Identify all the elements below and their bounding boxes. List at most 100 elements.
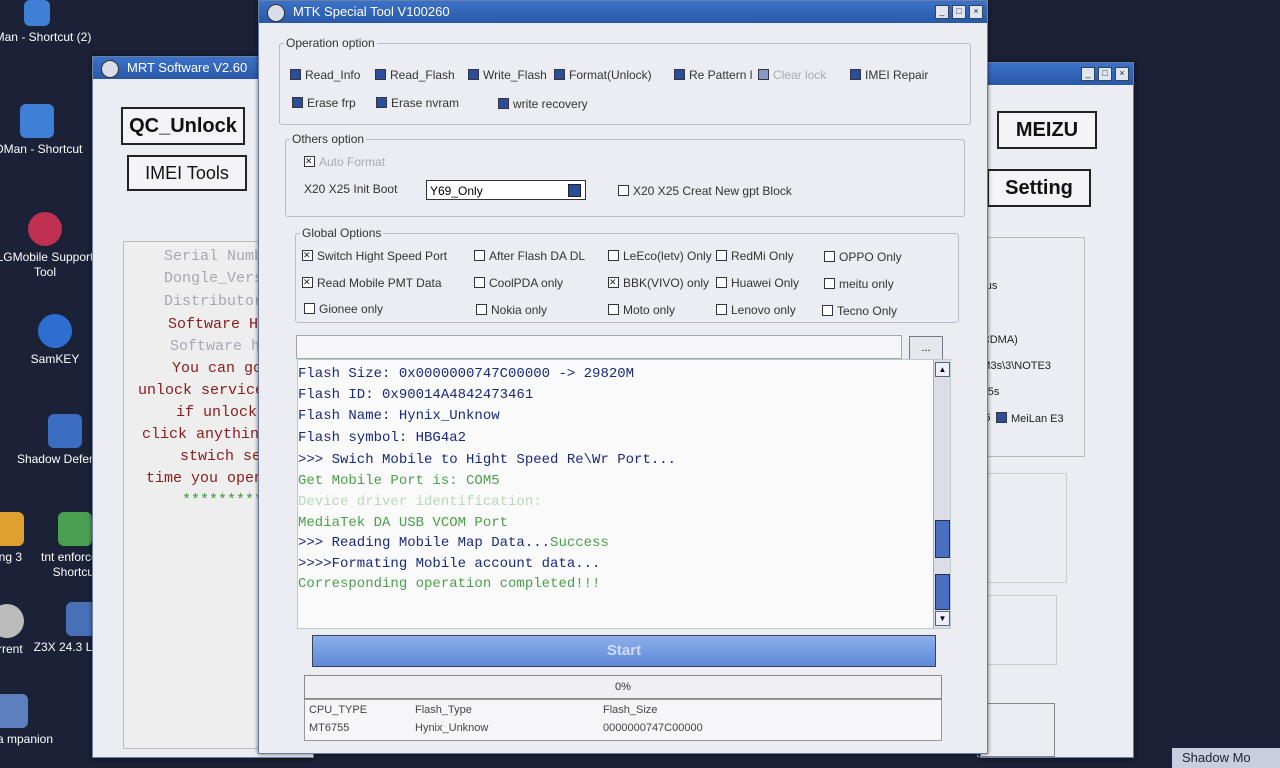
read-info-checkbox[interactable]: Read_Info [290,68,360,82]
bbk-vivo-only-checkbox[interactable]: BBK(VIVO) only [608,275,709,290]
after-flash-da-checkbox[interactable]: After Flash DA DL [474,249,585,263]
write-flash-checkbox[interactable]: Write_Flash [468,68,547,82]
model-item[interactable]: 2(CDMA) [982,334,1084,346]
meitu-only-checkbox[interactable]: meitu only [824,277,894,291]
log-line: >>> Reading Mobile Map Data...Success [298,535,609,551]
lenovo-only-checkbox[interactable]: Lenovo only [716,303,796,317]
leeco-only-checkbox[interactable]: LeEco(letv) Only [608,249,712,263]
others-option-group: Others option Auto Format X20 X25 Init B… [285,132,965,217]
status-header-cpu: CPU_TYPE [309,704,368,716]
mtk-client: Operation option Read_Info Read_Flash Wr… [259,23,987,753]
clear-lock-checkbox[interactable]: Clear lock [758,68,826,82]
status-header-flash-type: Flash_Type [415,704,472,716]
model-item[interactable]: E2 [982,308,1084,320]
mrt-title: MRT Software V2.60 [127,60,248,75]
option-label: Nokia only [491,303,548,317]
mtk-window[interactable]: MTK Special Tool V100260 _ □ × Operation… [258,0,988,754]
operation-option-group: Operation option Read_Info Read_Flash Wr… [279,36,971,125]
idman-icon [24,0,50,26]
checkbox-icon [474,277,485,288]
read-flash-checkbox[interactable]: Read_Flash [375,68,455,82]
imei-tools-label: IMEI Tools [145,163,229,183]
model-item[interactable]: 6 [982,262,1084,274]
status-value-cpu: MT6755 [309,722,350,734]
meizu-button[interactable]: MEIZU [997,111,1097,149]
moto-only-checkbox[interactable]: Moto only [608,303,675,317]
gpt-block-checkbox[interactable]: X20 X25 Creat New gpt Block [618,184,792,198]
option-label: Lenovo only [731,303,796,317]
file-path-input[interactable] [296,335,902,359]
desktop-icon-idman[interactable]: IDMan - Shortcut [0,104,92,157]
imei-repair-checkbox[interactable]: IMEI Repair [850,68,928,82]
nokia-only-checkbox[interactable]: Nokia only [476,303,547,317]
desktop-icon-partial[interactable]: a x [0,452,8,467]
start-button[interactable]: Start [312,635,936,667]
log-scrollbar[interactable]: ▲ ▼ [933,360,950,628]
mrt-window-controls: _ □ × [1081,67,1129,81]
mrt-info-line: Serial Numbe [164,248,273,265]
erase-nvram-checkbox[interactable]: Erase nvram [376,96,459,110]
maximize-icon[interactable]: □ [952,5,966,19]
desktop-icon-lgmobile[interactable]: LGMobile Support Tool [0,212,100,280]
log-line: >>> Swich Mobile to Hight Speed Re\Wr Po… [298,452,677,468]
auto-format-checkbox[interactable]: Auto Format [304,154,385,169]
app-icon [0,512,24,546]
scrollbar-thumb[interactable] [935,520,950,558]
read-pmt-checkbox[interactable]: Read Mobile PMT Data [302,275,442,290]
checkbox-icon [822,305,833,316]
model-item[interactable]: MeiLan E3 [996,412,1084,425]
model-item[interactable]: an M3s\3\NOTE3 [982,360,1084,372]
desktop-icon-torrent[interactable]: orrent [0,604,62,657]
log-line: Get Mobile Port is: COM5 [298,473,500,489]
oppo-only-checkbox[interactable]: OPPO Only [824,250,902,264]
maximize-icon[interactable]: □ [1098,67,1112,81]
chevron-down-icon[interactable] [568,184,581,197]
qc-unlock-button[interactable]: QC_Unlock [121,107,245,145]
mrt-right-panel-3 [977,595,1057,665]
imei-tools-button[interactable]: IMEI Tools [127,155,247,191]
mrt-titlebar-right[interactable]: _ □ × [981,63,1133,85]
scroll-up-icon[interactable]: ▲ [935,362,950,377]
desktop-icon-xperia[interactable]: Xperia mpanion [0,694,66,747]
scrollbar-thumb[interactable] [935,574,950,610]
log-output[interactable]: Flash Size: 0x0000000747C00000 -> 29820M… [297,359,951,629]
minimize-icon[interactable]: _ [1081,67,1095,81]
log-line: Flash ID: 0x90014A4842473461 [298,387,534,403]
checkbox[interactable] [996,412,1007,423]
checkbox-icon [554,69,565,80]
tecno-only-checkbox[interactable]: Tecno Only [822,304,897,318]
checkbox-icon [304,303,315,314]
write-recovery-checkbox[interactable]: write recovery [498,97,588,111]
gionee-only-checkbox[interactable]: Gionee only [304,302,383,316]
mtk-window-controls: _ □ × [935,5,983,19]
format-unlock-checkbox[interactable]: Format(Unlock) [554,68,652,82]
desktop-icon-idman-2[interactable]: IDMan - Shortcut (2) [0,0,92,45]
mrt-window-right-part[interactable]: _ □ × MEIZU Setting 6 Plus E2 2(CDMA) an… [977,62,1134,758]
huawei-only-checkbox[interactable]: Huawei Only [716,276,799,290]
init-boot-select[interactable]: Y69_Only [426,180,586,200]
option-label: meitu only [839,277,894,291]
erase-frp-checkbox[interactable]: Erase frp [292,96,356,110]
mtk-titlebar[interactable]: MTK Special Tool V100260 _ □ × [259,1,987,23]
redmi-only-checkbox[interactable]: RedMi Only [716,249,794,263]
browse-button[interactable]: ... [909,336,943,360]
scroll-down-icon[interactable]: ▼ [935,611,950,626]
desktop-icon-ung[interactable]: ung 3 [0,512,62,565]
setting-button[interactable]: Setting [987,169,1091,207]
model-list-panel: 6 Plus E2 2(CDMA) an M3s\3\NOTE3 lan 5s … [981,237,1085,457]
model-item[interactable]: Plus [982,280,1084,292]
desktop-icon-label: orrent [0,642,23,656]
shadow-mode-taskbar-button[interactable]: Shadow Mo [1172,748,1280,768]
checkbox-icon [476,304,487,315]
close-icon[interactable]: × [969,5,983,19]
re-pattern-checkbox[interactable]: Re Pattern l [674,68,752,82]
minimize-icon[interactable]: _ [935,5,949,19]
close-icon[interactable]: × [1115,67,1129,81]
coolpda-only-checkbox[interactable]: CoolPDA only [474,276,563,290]
model-item[interactable]: lan 5s [982,386,1084,398]
switch-high-speed-checkbox[interactable]: Switch Hight Speed Port [302,248,447,263]
option-label: Read_Flash [390,68,455,82]
log-line: MediaTek DA USB VCOM Port [298,515,509,531]
option-label: Moto only [623,303,676,317]
setting-label: Setting [1005,177,1073,199]
